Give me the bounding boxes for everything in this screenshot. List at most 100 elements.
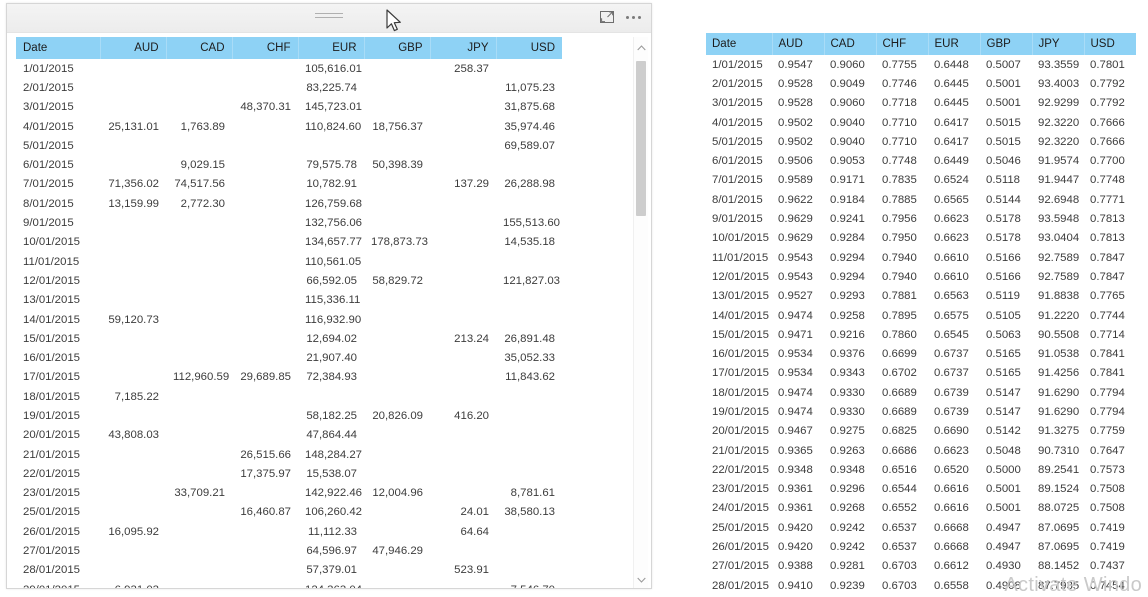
table-row[interactable]: 6/01/2015 9,029.15 79,575.78 50,398.39 <box>16 155 562 174</box>
column-header-chf[interactable]: CHF <box>232 37 299 59</box>
table-row[interactable]: 3/01/2015 0.9528 0.9060 0.7718 0.6445 0.5001 9… <box>706 94 1136 113</box>
column-header-usd[interactable]: USD <box>1084 33 1136 55</box>
table-row[interactable]: 22/01/2015 17,375.97 15,538.07 <box>16 464 562 483</box>
table-row[interactable]: 7/01/2015 71,356.02 74,517.56 10,782.91 137.… <box>16 175 562 194</box>
cell-eur: 15,538.07 <box>306 467 357 480</box>
column-header-eur[interactable]: EUR <box>298 37 365 59</box>
cell-cad: 0.9294 <box>830 251 865 264</box>
table-row[interactable]: 25/01/2015 16,460.87 106,260.42 24.01 38,580… <box>16 503 562 522</box>
table-row[interactable]: 17/01/2015 0.9534 0.9343 0.6702 0.6737 0.5165… <box>706 364 1136 383</box>
table-row[interactable]: 12/01/2015 66,592.05 58,829.72 121,827.03 <box>16 271 562 290</box>
table-row[interactable]: 19/01/2015 58,182.25 20,826.09 416.20 <box>16 406 562 425</box>
column-header-chf[interactable]: CHF <box>876 33 929 55</box>
table-row[interactable]: 5/01/2015 69,589.07 <box>16 136 562 155</box>
column-header-jpy[interactable]: JPY <box>1032 33 1085 55</box>
table-row[interactable]: 29/01/20156,931.03 124,363.04 7,546.70 <box>16 580 562 588</box>
left-table-scroll-region[interactable]: Date AUD CAD CHF EUR GBP JPY USD 1/01/2015 105,6… <box>16 37 636 588</box>
scroll-down-arrow-icon[interactable] <box>634 573 648 587</box>
table-row[interactable]: 28/01/2015 57,379.01 523.91 <box>16 561 562 580</box>
column-header-aud[interactable]: AUD <box>772 33 825 55</box>
table-row[interactable]: 4/01/2015 25,131.01 1,763.89 110,824.60 18,7… <box>16 117 562 136</box>
table-row[interactable]: 5/01/2015 0.9502 0.9040 0.7710 0.6417 0.5015 9… <box>706 132 1136 151</box>
cell-chf: 0.7860 <box>882 328 917 341</box>
focus-mode-icon[interactable] <box>599 9 615 25</box>
table-row[interactable]: 27/01/2015 64,596.97 47,946.29 <box>16 541 562 560</box>
column-header-jpy[interactable]: JPY <box>430 37 497 59</box>
table-row[interactable]: 16/01/2015 0.9534 0.9376 0.6699 0.6737 0.5165… <box>706 344 1136 363</box>
table-row[interactable]: 23/01/2015 33,709.21 142,922.46 12,004.96 8,… <box>16 484 562 503</box>
table-row[interactable]: 17/01/2015 112,960.59 29,689.85 72,384.93 11… <box>16 368 562 387</box>
drag-handle-icon[interactable] <box>315 13 343 21</box>
table-row[interactable]: 11/01/2015 110,561.05 <box>16 252 562 271</box>
column-header-eur[interactable]: EUR <box>928 33 981 55</box>
table-row[interactable]: 16/01/2015 21,907.40 35,052.33 <box>16 348 562 367</box>
cell-aud <box>100 252 166 271</box>
column-header-date[interactable]: Date <box>16 37 101 59</box>
table-row[interactable]: 23/01/2015 0.9361 0.9296 0.6544 0.6616 0.5001… <box>706 480 1136 499</box>
column-header-cad[interactable]: CAD <box>824 33 877 55</box>
cell-cad: 0.9258 <box>830 309 865 322</box>
cell-aud: 0.9420 <box>778 541 813 554</box>
table-row[interactable]: 10/01/2015 134,657.77 178,873.73 14,535.18 <box>16 233 562 252</box>
table-row[interactable]: 18/01/2015 0.9474 0.9330 0.6689 0.6739 0.5147… <box>706 383 1136 402</box>
cell-jpy: 24.01 <box>460 506 489 519</box>
table-row[interactable]: 26/01/2015 16,095.92 11,112.33 64.64 <box>16 522 562 541</box>
cell-usd: 35,052.33 <box>504 352 555 365</box>
table-row[interactable]: 1/01/2015 105,616.01 258.37 <box>16 59 562 78</box>
cell-usd: 0.7847 <box>1090 251 1125 264</box>
table-row[interactable]: 12/01/2015 0.9543 0.9294 0.7940 0.6610 0.5166… <box>706 267 1136 286</box>
table-row[interactable]: 10/01/2015 0.9629 0.9284 0.7950 0.6623 0.5178… <box>706 229 1136 248</box>
table-row[interactable]: 13/01/2015 0.9527 0.9293 0.7881 0.6563 0.5119… <box>706 287 1136 306</box>
cell-gbp <box>364 98 430 117</box>
cell-gbp <box>364 348 430 367</box>
table-row[interactable]: 2/01/2015 0.9528 0.9049 0.7746 0.6445 0.5001 9… <box>706 74 1136 93</box>
table-row[interactable]: 11/01/2015 0.9543 0.9294 0.7940 0.6610 0.5166… <box>706 248 1136 267</box>
column-header-aud[interactable]: AUD <box>100 37 167 59</box>
table-row[interactable]: 24/01/2015 0.9361 0.9268 0.6552 0.6616 0.5001… <box>706 499 1136 518</box>
column-header-date[interactable]: Date <box>706 33 773 55</box>
column-header-gbp[interactable]: GBP <box>364 37 431 59</box>
table-row[interactable]: 6/01/2015 0.9506 0.9053 0.7748 0.6449 0.5046 9… <box>706 151 1136 170</box>
table-row[interactable]: 21/01/2015 0.9365 0.9263 0.6686 0.6623 0.5048… <box>706 441 1136 460</box>
table-row[interactable]: 25/01/2015 0.9420 0.9242 0.6537 0.6668 0.4947… <box>706 518 1136 537</box>
column-header-usd[interactable]: USD <box>496 37 562 59</box>
table-row[interactable]: 9/01/2015 0.9629 0.9241 0.7956 0.6623 0.5178 9… <box>706 209 1136 228</box>
cell-usd: 0.7700 <box>1090 155 1125 168</box>
table-row[interactable]: 20/01/2015 0.9467 0.9275 0.6825 0.6690 0.5142… <box>706 422 1136 441</box>
table-row[interactable]: 19/01/2015 0.9474 0.9330 0.6689 0.6739 0.5147… <box>706 402 1136 421</box>
cell-chf <box>232 291 298 310</box>
scroll-up-arrow-icon[interactable] <box>634 41 648 55</box>
column-header-gbp[interactable]: GBP <box>980 33 1033 55</box>
table-row[interactable]: 21/01/2015 26,515.66 148,284.27 <box>16 445 562 464</box>
cell-cad <box>166 213 232 232</box>
column-header-cad[interactable]: CAD <box>166 37 233 59</box>
table-row[interactable]: 1/01/2015 0.9547 0.9060 0.7755 0.6448 0.5007 9… <box>706 55 1136 74</box>
scrollbar-thumb[interactable] <box>636 61 646 216</box>
table-row[interactable]: 15/01/2015 12,694.02 213.24 26,891.48 <box>16 329 562 348</box>
table-row[interactable]: 27/01/2015 0.9388 0.9281 0.6703 0.6612 0.4930… <box>706 557 1136 576</box>
table-row[interactable]: 2/01/2015 83,225.74 11,075.23 <box>16 78 562 97</box>
table-row[interactable]: 4/01/2015 0.9502 0.9040 0.7710 0.6417 0.5015 9… <box>706 113 1136 132</box>
cell-usd <box>496 541 562 560</box>
table-row[interactable]: 20/01/2015 43,808.03 47,864.44 <box>16 426 562 445</box>
table-row[interactable]: 3/01/2015 48,370.31 145,723.01 31,875.68 <box>16 98 562 117</box>
table-row[interactable]: 7/01/2015 0.9589 0.9171 0.7835 0.6524 0.5118 9… <box>706 171 1136 190</box>
table-row[interactable]: 8/01/2015 0.9622 0.9184 0.7885 0.6565 0.5144 9… <box>706 190 1136 209</box>
cell-jpy <box>430 233 496 252</box>
right-table-region[interactable]: Date AUD CAD CHF EUR GBP JPY USD 1/01/2015 0.954… <box>706 33 1142 593</box>
table-row[interactable]: 22/01/2015 0.9348 0.9348 0.6516 0.6520 0.5000… <box>706 460 1136 479</box>
table-row[interactable]: 15/01/2015 0.9471 0.9216 0.7860 0.6545 0.5063… <box>706 325 1136 344</box>
table-row[interactable]: 26/01/2015 0.9420 0.9242 0.6537 0.6668 0.4947… <box>706 537 1136 556</box>
table-row[interactable]: 9/01/2015 132,756.06 155,513.60 <box>16 213 562 232</box>
table-row[interactable]: 13/01/2015 115,336.11 <box>16 291 562 310</box>
more-options-icon[interactable] <box>624 9 643 25</box>
cell-gbp: 0.4908 <box>986 579 1021 592</box>
left-table-visual[interactable]: Date AUD CAD CHF EUR GBP JPY USD 1/01/2015 105,6… <box>6 3 652 589</box>
cell-chf <box>232 78 298 97</box>
table-row[interactable]: 18/01/2015 7,185.22 <box>16 387 562 406</box>
table-row[interactable]: 14/01/2015 59,120.73 116,932.90 <box>16 310 562 329</box>
table-row[interactable]: 14/01/2015 0.9474 0.9258 0.7895 0.6575 0.5105… <box>706 306 1136 325</box>
table-row[interactable]: 28/01/2015 0.9410 0.9239 0.6703 0.6558 0.4908… <box>706 576 1136 593</box>
table-row[interactable]: 8/01/2015 13,159.99 2,772.30 126,759.68 <box>16 194 562 213</box>
vertical-scrollbar[interactable] <box>633 37 648 588</box>
